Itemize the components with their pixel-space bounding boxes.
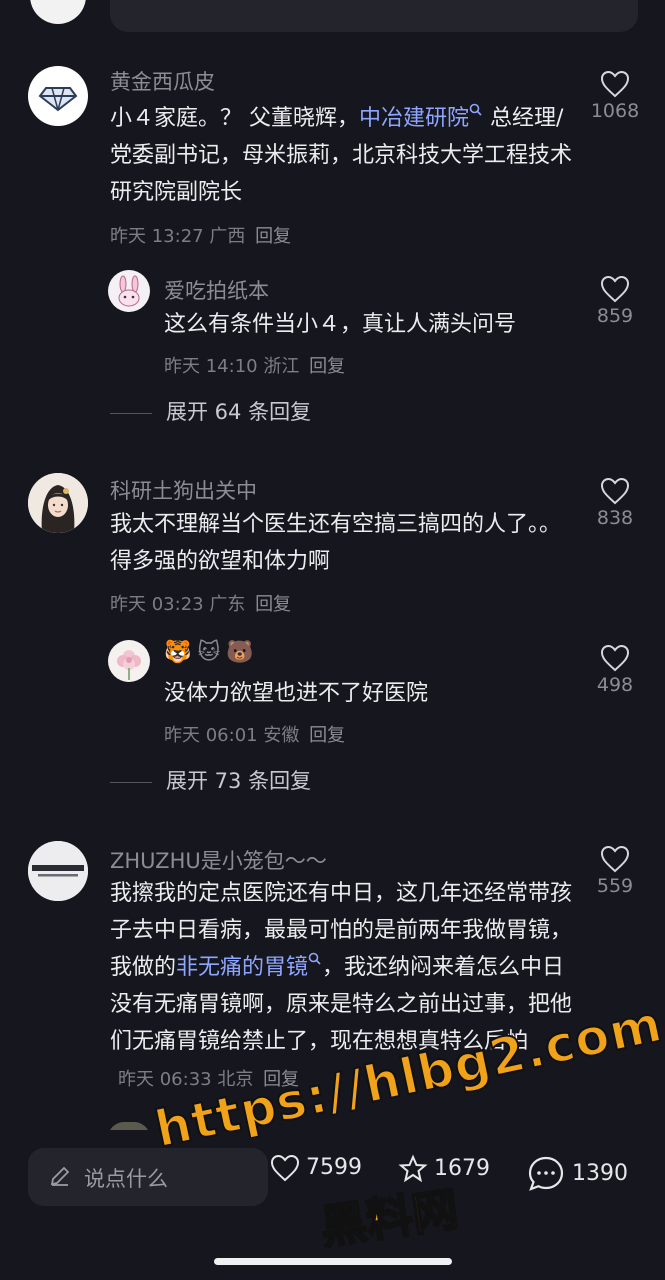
timestamp-location: 昨天 06:33 北京 — [118, 1069, 254, 1090]
comment-text-part: 小４家庭。？ 父董晓辉， — [110, 106, 359, 131]
avatar[interactable] — [108, 640, 150, 682]
heart-icon — [600, 70, 630, 98]
like-button[interactable]: 1068 — [587, 70, 643, 122]
username[interactable]: ZHUZHU是小笼包～～ — [110, 845, 327, 875]
search-link-label: 非无痛的胃镜 — [176, 955, 309, 980]
heart-icon — [270, 1154, 300, 1182]
reply-button[interactable]: 回复 — [255, 594, 291, 615]
expand-replies[interactable]: 展开 64 条回复 — [110, 396, 311, 426]
star-icon — [398, 1154, 428, 1183]
like-stat[interactable]: 7599 — [270, 1154, 362, 1182]
like-count: 559 — [596, 875, 634, 897]
comment-stat-count: 1390 — [572, 1161, 628, 1186]
search-link[interactable]: 中冶建研院 — [359, 103, 483, 131]
portrait-icon — [28, 473, 88, 533]
reply-button[interactable]: 回复 — [255, 226, 291, 247]
previous-reply-box — [110, 0, 638, 32]
search-icon — [308, 952, 321, 965]
like-count: 838 — [596, 507, 634, 529]
reply-button[interactable]: 回复 — [309, 356, 345, 377]
username[interactable]: 🐯🐱🐻 — [164, 640, 260, 665]
like-button[interactable]: 838 — [587, 477, 643, 529]
reply-text: 这么有条件当小４，真让人满头问号 — [164, 312, 517, 337]
comment-bubble-icon — [528, 1156, 564, 1191]
comment-stat[interactable]: 1390 — [526, 1154, 628, 1194]
reply-button[interactable]: 回复 — [309, 725, 345, 746]
comment-text: 我太不理解当个医生还有空搞三搞四的人了。。得多强的欲望和体力啊 — [110, 512, 562, 574]
timestamp-location: 昨天 14:10 浙江 — [164, 356, 300, 377]
username[interactable]: 黄金西瓜皮 — [110, 66, 215, 96]
timestamp-location: 昨天 03:23 广东 — [110, 594, 246, 615]
text-logo-icon — [28, 841, 88, 901]
comment-input[interactable]: 说点什么 — [28, 1148, 268, 1206]
avatar[interactable] — [28, 473, 88, 533]
like-count: 498 — [596, 674, 634, 696]
comment-input-placeholder: 说点什么 — [84, 1167, 168, 1191]
avatar[interactable] — [108, 270, 150, 312]
reply-button[interactable]: 回复 — [263, 1069, 299, 1090]
timestamp-location: 昨天 13:27 广西 — [110, 226, 246, 247]
previous-comment-remnant — [0, 0, 665, 40]
like-stat-count: 7599 — [306, 1155, 362, 1180]
rabbit-icon — [118, 275, 140, 307]
divider — [110, 781, 152, 783]
like-button[interactable]: 859 — [587, 275, 643, 327]
search-link[interactable]: 非无痛的胃镜 — [176, 952, 322, 980]
pencil-icon — [50, 1166, 70, 1186]
username[interactable]: 科研土狗出关中 — [110, 475, 257, 505]
heart-icon — [600, 845, 630, 873]
collect-stat[interactable]: 1679 — [398, 1154, 490, 1184]
comment-meta: 昨天 06:33 北京 回复 — [118, 1069, 299, 1090]
like-button[interactable]: 559 — [587, 845, 643, 897]
comment-meta: 昨天 03:23 广东 回复 — [110, 590, 291, 616]
heart-icon — [600, 275, 630, 303]
home-indicator — [214, 1258, 452, 1265]
like-count: 1068 — [590, 100, 640, 122]
reply-text: 没体力欲望也进不了好医院 — [164, 681, 429, 706]
expand-replies[interactable]: 展开 73 条回复 — [110, 765, 311, 795]
diamond-icon — [38, 87, 78, 112]
comment-text: 小４家庭。？ 父董晓辉，中冶建研院 总经理/党委副书记，母米振莉，北京科技大学工… — [110, 100, 580, 211]
expand-replies-label: 展开 73 条回复 — [166, 769, 312, 793]
collect-stat-count: 1679 — [434, 1156, 490, 1181]
expand-replies-label: 展开 64 条回复 — [166, 400, 312, 424]
comment-meta: 昨天 06:01 安徽 回复 — [164, 721, 345, 747]
flower-icon — [117, 650, 141, 680]
like-count: 859 — [596, 305, 634, 327]
username[interactable]: 爱吃拍纸本 — [164, 275, 269, 305]
comment-text: 我擦我的定点医院还有中日，这几年还经常带孩子去中日看病，最最可怕的是前两年我做胃… — [110, 875, 580, 1098]
timestamp-location: 昨天 06:01 安徽 — [164, 725, 300, 746]
avatar[interactable] — [28, 841, 88, 901]
divider — [110, 412, 152, 414]
comment-meta: 昨天 14:10 浙江 回复 — [164, 352, 345, 378]
search-link-label: 中冶建研院 — [359, 106, 470, 131]
avatar[interactable] — [28, 66, 88, 126]
comment-meta: 昨天 13:27 广西 回复 — [110, 222, 291, 248]
search-icon — [469, 103, 482, 116]
avatar[interactable] — [30, 0, 86, 24]
like-button[interactable]: 498 — [587, 644, 643, 696]
heart-icon — [600, 477, 630, 505]
heart-icon — [600, 644, 630, 672]
bottom-bar: 说点什么 7599 1679 1390 — [0, 1130, 665, 1280]
